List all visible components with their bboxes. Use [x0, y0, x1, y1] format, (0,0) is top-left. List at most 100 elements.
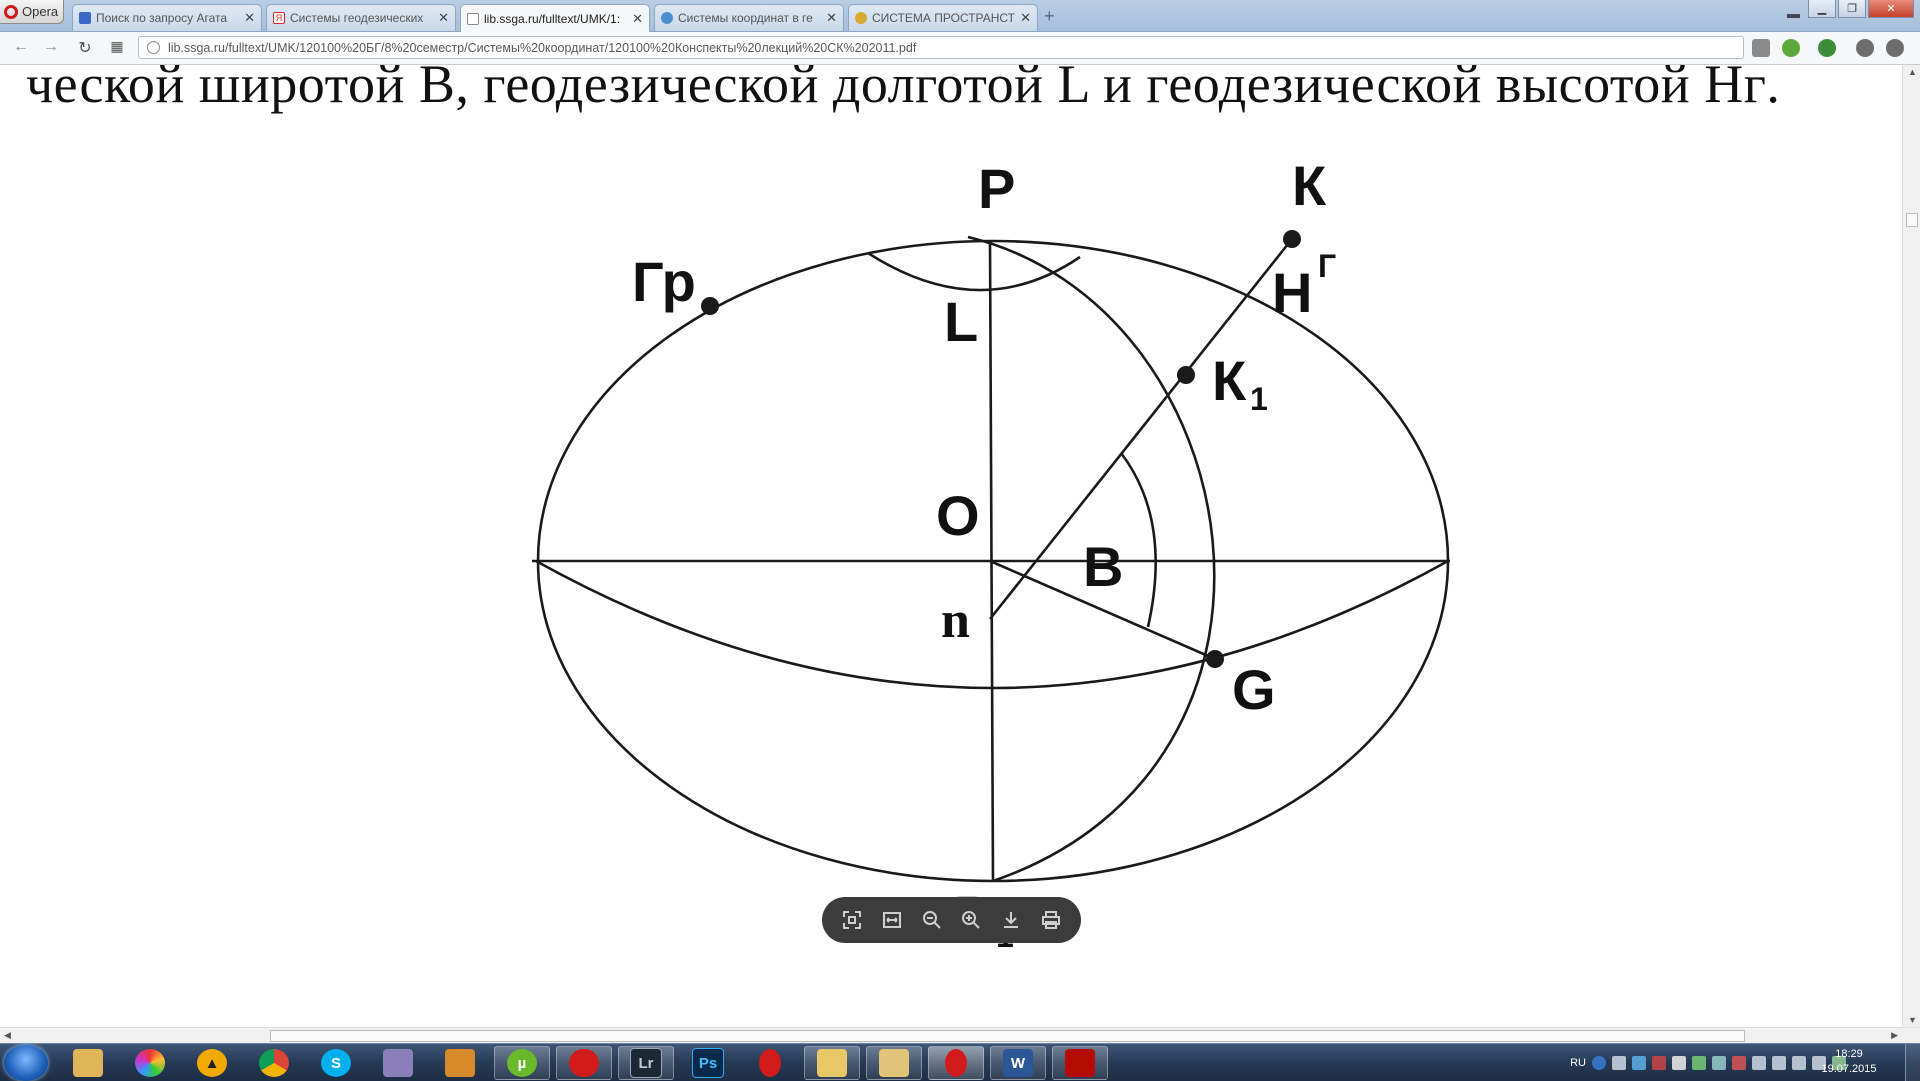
- tab-close-icon[interactable]: ✕: [438, 10, 449, 26]
- label-h-superscript: Г: [1318, 248, 1336, 284]
- tray-arrow-icon[interactable]: [1612, 1055, 1626, 1070]
- horizontal-scrollbar[interactable]: ◀ ▶: [0, 1027, 1920, 1044]
- account-icon[interactable]: [1886, 39, 1904, 57]
- tray-app-icon[interactable]: [1732, 1055, 1746, 1070]
- label-p: P: [978, 157, 1015, 220]
- flag-icon[interactable]: [1752, 1055, 1766, 1070]
- opera-logo-icon: [4, 4, 18, 19]
- scroll-left-arrow-icon[interactable]: ◀: [4, 1030, 11, 1041]
- document-favicon-icon: [467, 12, 479, 25]
- taskbar-lightroom[interactable]: Lr: [618, 1046, 674, 1080]
- floppy-icon: [383, 1049, 413, 1077]
- speed-dial-grid-icon[interactable]: ▦: [106, 38, 128, 55]
- vertical-scrollbar[interactable]: ▲ ▼: [1902, 65, 1920, 1027]
- site-info-icon[interactable]: [147, 41, 160, 54]
- forward-button[interactable]: →: [40, 38, 62, 56]
- word-icon: W: [1003, 1049, 1033, 1077]
- point-k: [1283, 230, 1301, 248]
- horizontal-scroll-thumb[interactable]: [270, 1030, 1745, 1042]
- tab-label: lib.ssga.ru/fulltext/UMK/1:: [484, 11, 621, 26]
- zoom-in-icon[interactable]: [959, 908, 983, 932]
- label-n: n: [941, 592, 970, 649]
- tray-app-icon[interactable]: [1692, 1055, 1706, 1070]
- opera-menu-button[interactable]: Opera: [0, 0, 64, 24]
- scroll-up-arrow-icon[interactable]: ▲: [1908, 67, 1917, 77]
- taskbar-aimp[interactable]: ▲: [184, 1046, 240, 1080]
- libraries-icon: [73, 1049, 103, 1077]
- taskbar-libraries[interactable]: [60, 1046, 116, 1080]
- system-clock[interactable]: 18:29 19.07.2015: [1814, 1047, 1884, 1077]
- maximize-button[interactable]: ❐: [1838, 0, 1866, 18]
- taskbar-explorer[interactable]: [866, 1046, 922, 1080]
- taskbar-picasa[interactable]: [122, 1046, 178, 1080]
- taskbar-ebook[interactable]: [432, 1046, 488, 1080]
- photoshop-icon: Ps: [692, 1048, 724, 1078]
- bookmark-heart-icon[interactable]: [1752, 39, 1770, 57]
- download-icon[interactable]: [999, 908, 1023, 932]
- minimize-button[interactable]: ▁: [1808, 0, 1836, 18]
- taskbar-folder[interactable]: [804, 1046, 860, 1080]
- opera-icon: [759, 1049, 781, 1077]
- taskbar-chrome[interactable]: [246, 1046, 302, 1080]
- network-icon[interactable]: [1772, 1055, 1786, 1070]
- navigation-toolbar: ← → ↻ ▦ lib.ssga.ru/fulltext/UMK/120100%…: [0, 32, 1920, 65]
- taskbar-acrobat[interactable]: [1052, 1046, 1108, 1080]
- taskbar-opera-active[interactable]: [928, 1046, 984, 1080]
- tray-app-icon[interactable]: [1632, 1055, 1646, 1070]
- print-icon[interactable]: [1039, 908, 1063, 932]
- acrobat-icon: [1065, 1049, 1095, 1077]
- tab-close-icon[interactable]: ✕: [826, 10, 837, 26]
- window-controls: ▁ ❐ ✕: [1808, 0, 1914, 18]
- tab-label: Системы геодезических: [290, 11, 424, 25]
- vertical-scroll-thumb[interactable]: [1906, 213, 1918, 227]
- reload-button[interactable]: ↻: [74, 38, 96, 58]
- pdf-viewer: ческой широтой B, геодезической долготой…: [0, 65, 1902, 1027]
- taskbar-word[interactable]: W: [990, 1046, 1046, 1080]
- tab-pdf-active[interactable]: lib.ssga.ru/fulltext/UMK/1: ✕: [460, 4, 650, 32]
- scroll-down-arrow-icon[interactable]: ▼: [1908, 1015, 1917, 1025]
- download-icon[interactable]: [1856, 39, 1874, 57]
- taskbar-photoshop[interactable]: Ps: [680, 1046, 736, 1080]
- tab-menu-icon[interactable]: ▬: [1787, 6, 1800, 21]
- show-desktop-button[interactable]: [1905, 1044, 1920, 1081]
- zoom-out-icon[interactable]: [920, 908, 944, 932]
- fit-width-icon[interactable]: [880, 908, 904, 932]
- close-window-button[interactable]: ✕: [1868, 0, 1914, 18]
- vk-icon[interactable]: [1672, 1055, 1686, 1070]
- scroll-right-arrow-icon[interactable]: ▶: [1891, 1030, 1898, 1041]
- back-button[interactable]: ←: [10, 38, 32, 56]
- language-indicator[interactable]: RU: [1570, 1057, 1586, 1069]
- start-button[interactable]: [4, 1045, 48, 1081]
- tray-app-icon[interactable]: [1712, 1055, 1726, 1070]
- windows-taskbar: ▲ S µ Lr Ps W RU 18:29 19.07.2015: [0, 1043, 1920, 1081]
- address-bar[interactable]: lib.ssga.ru/fulltext/UMK/120100%20БГ/8%2…: [138, 36, 1744, 59]
- taskbar-acronis[interactable]: [556, 1046, 612, 1080]
- pdf-toolbar: [822, 897, 1081, 943]
- taskbar-save[interactable]: [370, 1046, 426, 1080]
- display-icon[interactable]: [1792, 1055, 1806, 1070]
- tab-close-icon[interactable]: ✕: [632, 11, 643, 27]
- opera-icon: [945, 1049, 967, 1077]
- tab-geodetic-systems[interactable]: Я Системы геодезических ✕: [266, 4, 456, 31]
- taskbar-skype[interactable]: S: [308, 1046, 364, 1080]
- tab-spatial-system[interactable]: СИСТЕМА ПРОСТРАНСТВ ✕: [848, 4, 1038, 31]
- label-k: К: [1292, 154, 1327, 217]
- tab-label: Системы координат в ге: [678, 11, 813, 25]
- adblock-shield-icon[interactable]: [1782, 39, 1800, 57]
- taskbar-utorrent[interactable]: µ: [494, 1046, 550, 1080]
- extension-icon[interactable]: [1818, 39, 1836, 57]
- tab-close-icon[interactable]: ✕: [244, 10, 255, 26]
- utorrent-icon: µ: [507, 1049, 537, 1077]
- tab-close-icon[interactable]: ✕: [1020, 10, 1031, 26]
- new-tab-button[interactable]: +: [1044, 6, 1055, 27]
- fit-page-icon[interactable]: [840, 908, 864, 932]
- point-g: [1206, 650, 1224, 668]
- taskbar-opera[interactable]: [742, 1046, 798, 1080]
- tray-app-icon[interactable]: [1652, 1055, 1666, 1070]
- help-icon[interactable]: [1592, 1055, 1606, 1070]
- tab-coordinate-systems[interactable]: Системы координат в ге ✕: [654, 4, 844, 31]
- label-k1: К: [1212, 349, 1247, 412]
- label-h: H: [1272, 261, 1312, 324]
- tab-label: Поиск по запросу Агата: [96, 11, 228, 25]
- tab-search[interactable]: Поиск по запросу Агата ✕: [72, 4, 262, 31]
